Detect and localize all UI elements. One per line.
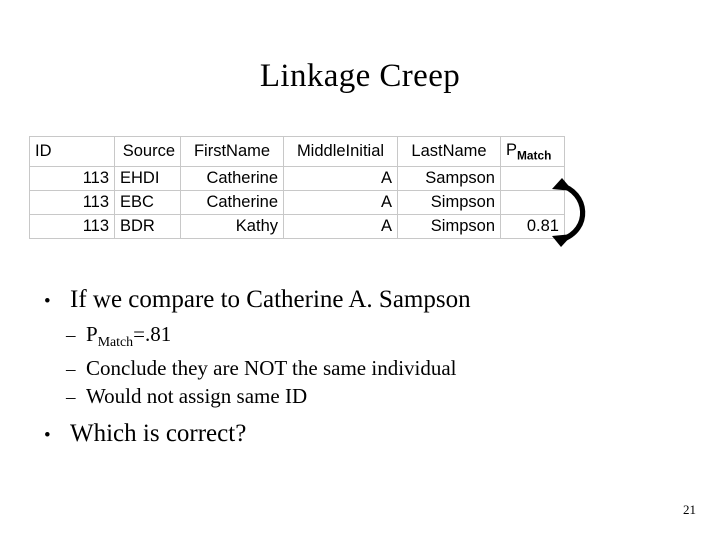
bullet-text: If we compare to Catherine A. Sampson: [70, 286, 471, 313]
sub-bullet-item-pmatch: – PMatch=.81: [44, 321, 684, 355]
column-header-middleinitial: MiddleInitial: [283, 136, 398, 167]
cell-firstname: Catherine: [180, 190, 284, 215]
pmatch-base-text: P: [86, 322, 98, 346]
cell-lastname: Sampson: [397, 166, 501, 191]
cell-source: BDR: [114, 214, 181, 239]
table-header-row: ID Source FirstName MiddleInitial LastNa…: [29, 136, 565, 167]
column-header-lastname: LastName: [397, 136, 501, 167]
bullet-list: • If we compare to Catherine A. Sampson …: [44, 283, 684, 455]
column-header-firstname: FirstName: [180, 136, 284, 167]
page-title: Linkage Creep: [259, 58, 461, 94]
cell-middleinitial: A: [283, 166, 398, 191]
sub-bullet-item-assign-id: – Would not assign same ID: [44, 383, 684, 411]
bullet-item-2: • Which is correct?: [44, 417, 684, 453]
column-header-id: ID: [29, 136, 115, 167]
sub-bullet-text: PMatch=.81: [86, 321, 171, 355]
table-row: 113 BDR Kathy A Simpson 0.81: [29, 214, 565, 239]
match-table-container: ID Source FirstName MiddleInitial LastNa…: [29, 136, 565, 239]
pmatch-base-label: P: [506, 140, 518, 159]
cell-lastname: Simpson: [397, 190, 501, 215]
table-row: 113 EBC Catherine A Simpson: [29, 190, 565, 215]
column-header-pmatch: PMatch: [500, 136, 565, 167]
cell-middleinitial: A: [283, 190, 398, 215]
sub-bullet-marker: –: [66, 387, 76, 409]
pmatch-subscript-text: Match: [97, 334, 134, 350]
cell-id: 113: [29, 190, 115, 215]
column-header-source: Source: [114, 136, 181, 167]
cell-middleinitial: A: [283, 214, 398, 239]
table-row: 113 EHDI Catherine A Sampson: [29, 166, 565, 191]
cell-pmatch: [500, 190, 565, 215]
pmatch-value-text: =.81: [133, 322, 172, 346]
sub-bullet-marker: –: [66, 359, 76, 381]
cell-pmatch: [500, 166, 565, 191]
cell-pmatch: 0.81: [500, 214, 565, 239]
cell-source: EHDI: [114, 166, 181, 191]
cell-id: 113: [29, 214, 115, 239]
cell-source: EBC: [114, 190, 181, 215]
bullet-item-1: • If we compare to Catherine A. Sampson: [44, 283, 684, 319]
bullet-text: Which is correct?: [70, 420, 247, 448]
sub-bullet-text: Would not assign same ID: [86, 384, 308, 409]
bullet-marker: •: [44, 291, 51, 312]
sub-bullet-text: Conclude they are NOT the same individua…: [86, 356, 457, 381]
cell-id: 113: [29, 166, 115, 191]
sub-bullet-list-1: – PMatch=.81 – Conclude they are NOT the…: [44, 321, 684, 411]
cell-firstname: Catherine: [180, 166, 284, 191]
sub-bullet-item-conclude: – Conclude they are NOT the same individ…: [44, 355, 684, 383]
sub-bullet-marker: –: [66, 325, 76, 346]
pmatch-subscript-label: Match: [517, 148, 552, 163]
bullet-marker: •: [44, 425, 51, 447]
cell-lastname: Simpson: [397, 214, 501, 239]
page-number: 21: [683, 502, 696, 517]
match-table: ID Source FirstName MiddleInitial LastNa…: [29, 136, 565, 239]
cell-firstname: Kathy: [180, 214, 284, 239]
